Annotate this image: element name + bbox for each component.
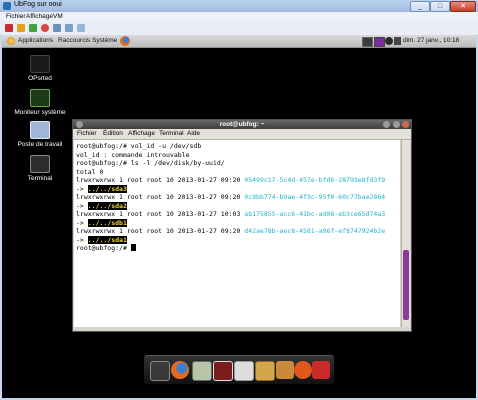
volume-icon[interactable] [394, 37, 401, 45]
symlink-target: ../../sda3 [87, 184, 127, 193]
file-permissions: lrwxrwxrwx 1 root root 10 2013-01-27 09:… [76, 227, 245, 235]
terminal-line: total 0 [76, 167, 104, 176]
maximize-button[interactable]: □ [430, 1, 450, 12]
image-viewer-icon[interactable] [234, 361, 254, 381]
power-icon[interactable] [312, 361, 330, 379]
terminal-line: -> ../../sda2 [76, 201, 127, 211]
minimize-button[interactable]: _ [410, 1, 430, 12]
close-button[interactable]: ✕ [450, 1, 476, 12]
network-icon[interactable] [385, 37, 393, 45]
terminal-line: vol_id : commande introuvable [76, 150, 190, 159]
arrow-text: -> [76, 201, 88, 210]
pause-icon[interactable] [17, 24, 25, 32]
gnome-foot-icon [7, 37, 15, 45]
host-menu-vm[interactable]: VM [53, 13, 63, 20]
host-menu-affichage[interactable]: Affichage [26, 13, 53, 20]
terminal-line: lrwxrwxrwx 1 root root 10 2013-01-27 09:… [76, 176, 385, 185]
desktop-icon-terminal[interactable]: Terminal [10, 155, 70, 182]
terminal-menu-terminal[interactable]: Terminal [159, 130, 184, 137]
scrollbar-thumb[interactable] [403, 250, 409, 320]
dock [144, 355, 334, 384]
terminal-line: root@ubfog:/# vol_id -u /dev/sdb [76, 142, 202, 150]
firefox-icon[interactable] [120, 36, 130, 46]
arrow-text: -> [76, 235, 88, 244]
stop-icon[interactable] [5, 24, 13, 32]
terminal-line: -> ../../sdb1 [76, 218, 127, 228]
desktop-icon-label: Poste de travail [17, 141, 63, 148]
arrow-text: -> [76, 184, 88, 193]
snapshot-icon[interactable] [53, 24, 61, 32]
terminal-close-button[interactable] [402, 121, 409, 128]
terminal-menu-bar: Fichier Édition Affichage Terminal Aide [73, 129, 411, 140]
package-icon[interactable] [276, 361, 294, 379]
uuid-link: 0c9bb774-b9ae-4f3c-95f0-60c77bae2864 [244, 193, 386, 201]
desktop-icon-computer[interactable]: Poste de travail [10, 121, 70, 148]
desktop-icon-system-monitor[interactable]: Moniteur système [10, 89, 70, 116]
terminal-prompt-line: root@ubfog:/# [76, 244, 136, 253]
uuid-link: ab175855-acc6-41bc-ad08-eb3ce65d74a3 [244, 210, 386, 218]
symlink-target: ../../sdb1 [87, 218, 127, 227]
uuid-link: 05499c17-5c4d-457e-bfd6-28793e8fd3f9 [244, 176, 386, 184]
start-icon[interactable] [29, 24, 37, 32]
files-icon[interactable] [255, 361, 275, 381]
terminal-menu-edition[interactable]: Édition [103, 130, 123, 137]
workspace-icon[interactable] [374, 37, 385, 47]
terminal-title: root@ubfog: ~ [219, 121, 265, 128]
system-monitor-icon [30, 89, 50, 107]
computer-icon [30, 121, 50, 139]
terminal-output[interactable]: root@ubfog:/# vol_id -u /dev/sdb vol_id … [74, 140, 400, 327]
reset-icon[interactable] [41, 24, 49, 32]
prompt: root@ubfog:/# [76, 244, 131, 252]
folder-icon [30, 55, 50, 73]
terminal-line: lrwxrwxrwx 1 root root 10 2013-01-27 10:… [76, 210, 385, 219]
host-menu-bar: Fichier Affichage VM [0, 12, 478, 22]
desktop-icon-label: Moniteur système [14, 109, 66, 116]
text-cursor [130, 244, 136, 251]
menu-systeme[interactable]: Système [92, 37, 117, 44]
calculator-icon[interactable] [192, 361, 212, 381]
file-permissions: lrwxrwxrwx 1 root root 10 2013-01-27 09:… [76, 193, 245, 201]
ubuntu-icon[interactable] [294, 361, 312, 379]
host-title-bar: UbFog sur ooui _ □ ✕ [0, 0, 478, 12]
terminal-title-bar[interactable]: root@ubfog: ~ [73, 120, 411, 129]
desktop-icon-opsrted[interactable]: OPsrted [10, 55, 70, 82]
host-menu-fichier[interactable]: Fichier [6, 13, 26, 20]
terminal-scrollbar[interactable] [401, 140, 410, 327]
arrow-text: -> [76, 218, 88, 227]
desktop-icon-label: OPsrted [28, 75, 52, 82]
terminal-maximize-button[interactable] [393, 121, 400, 128]
terminal-line: -> ../../sda3 [76, 184, 127, 194]
file-permissions: lrwxrwxrwx 1 root root 10 2013-01-27 09:… [76, 176, 245, 184]
host-toolbar [0, 22, 478, 36]
menu-raccourcis[interactable]: Raccourcis [58, 37, 90, 44]
file-permissions: lrwxrwxrwx 1 root root 10 2013-01-27 10:… [76, 210, 245, 218]
terminal-window[interactable]: root@ubfog: ~ Fichier Édition Affichage … [72, 119, 412, 332]
firefox-icon[interactable] [171, 361, 189, 379]
host-window-title: UbFog sur ooui [14, 1, 62, 8]
terminal-minimize-button[interactable] [383, 121, 390, 128]
terminal-menu-fichier[interactable]: Fichier [77, 130, 97, 137]
clock[interactable]: dim. 27 janv., 10:18 [403, 37, 459, 44]
symlink-target: ../../sda1 [87, 235, 127, 244]
terminal-menu-affichage[interactable]: Affichage [128, 130, 155, 137]
workspace-switcher-icon[interactable] [362, 37, 373, 47]
terminal-line: lrwxrwxrwx 1 root root 10 2013-01-27 09:… [76, 227, 385, 236]
send-keys-icon[interactable] [77, 24, 85, 32]
terminal-menu-aide[interactable]: Aide [187, 130, 200, 137]
presentation-icon[interactable] [213, 361, 233, 381]
terminal-line: root@ubfog:/# ls -l /dev/disk/by-uuid/ [76, 159, 225, 167]
terminal-icon [30, 155, 50, 173]
guest-top-panel: Applications Raccourcis Système dim. 27 … [2, 35, 476, 48]
symlink-target: ../../sda2 [87, 201, 127, 210]
menu-applications[interactable]: Applications [18, 37, 53, 44]
desktop-icon-label: Terminal [27, 175, 53, 182]
virtualbox-icon [3, 2, 11, 10]
terminal-line: lrwxrwxrwx 1 root root 10 2013-01-27 09:… [76, 193, 385, 202]
terminal-icon[interactable] [150, 361, 170, 381]
settings-icon[interactable] [65, 24, 73, 32]
uuid-link: d42ae78b-aec8-4581-a96f-ef8747924b2e [244, 227, 386, 235]
terminal-line: -> ../../sda1 [76, 235, 127, 245]
